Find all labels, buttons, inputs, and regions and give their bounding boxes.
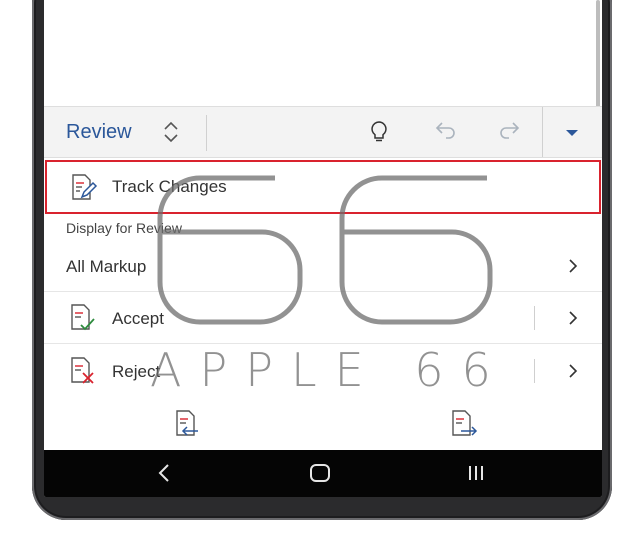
accept-row[interactable]: Accept xyxy=(44,292,602,344)
ribbon-toolbar: Review xyxy=(44,106,602,158)
back-icon[interactable] xyxy=(152,460,178,486)
recents-icon[interactable] xyxy=(463,460,489,486)
tab-chevrons-icon xyxy=(164,121,178,143)
next-change-icon[interactable] xyxy=(449,409,479,439)
document-area[interactable] xyxy=(44,0,602,106)
android-navigation-bar xyxy=(44,450,602,497)
reject-icon xyxy=(71,357,94,384)
chevron-right-icon xyxy=(569,259,578,273)
scroll-indicator[interactable] xyxy=(596,0,600,120)
chevron-right-icon[interactable] xyxy=(566,309,580,327)
undo-icon[interactable] xyxy=(432,119,458,145)
display-for-review-label: Display for Review xyxy=(66,220,182,236)
change-navigation-bar xyxy=(44,398,602,450)
ribbon-tab-label: Review xyxy=(66,121,132,143)
display-mode-value: All Markup xyxy=(66,257,147,276)
selection-highlight xyxy=(45,160,601,214)
lightbulb-icon[interactable] xyxy=(366,119,392,145)
toolbar-divider xyxy=(542,107,543,157)
chevron-right-icon[interactable] xyxy=(566,362,580,380)
accept-label: Accept xyxy=(112,309,164,328)
dropdown-icon[interactable] xyxy=(559,119,585,145)
ribbon-tab-selector[interactable]: Review xyxy=(44,107,206,157)
redo-icon[interactable] xyxy=(497,119,523,145)
home-icon[interactable] xyxy=(307,460,333,486)
accept-icon xyxy=(71,304,95,331)
watermark-text: APPLE 66 xyxy=(150,343,509,397)
toolbar-divider xyxy=(206,115,207,151)
row-separator xyxy=(534,359,535,383)
previous-change-icon[interactable] xyxy=(171,409,201,439)
row-separator xyxy=(534,306,535,330)
phone-screen: Review Track Changes Display for Review … xyxy=(44,0,602,497)
display-mode-row[interactable]: All Markup xyxy=(44,240,602,292)
